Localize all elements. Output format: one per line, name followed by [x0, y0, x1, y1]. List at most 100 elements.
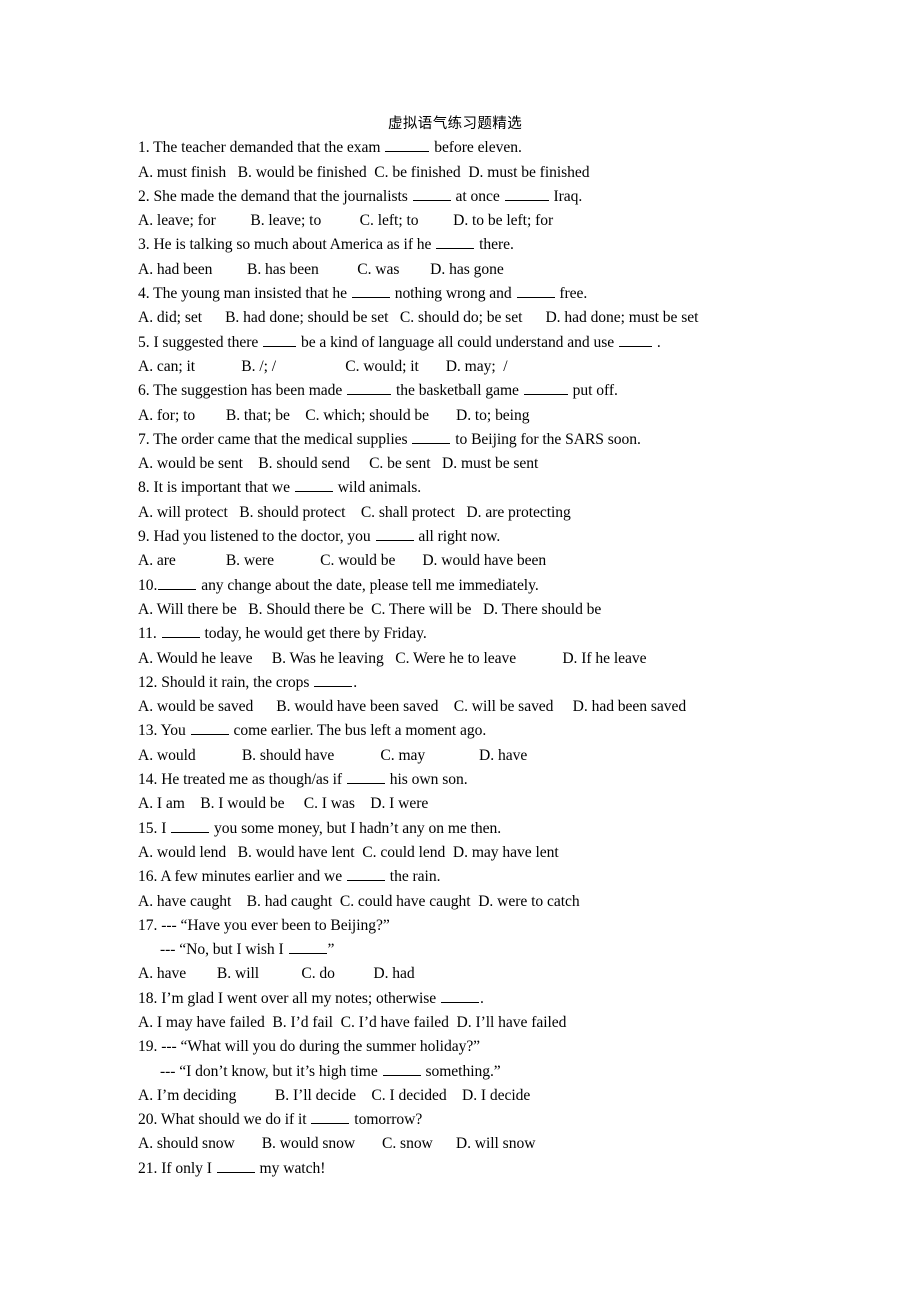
question-stem-3: 3. He is talking so much about America a…	[138, 233, 838, 257]
question-stem-20-text-before: 20. What should we do if it	[138, 1111, 311, 1129]
answer-blank	[436, 234, 475, 250]
answer-blank	[385, 137, 430, 153]
question-stem-15-text-after: you some money, but I hadn’t any on me t…	[210, 819, 502, 837]
document-page: 虚拟语气练习题精选 1. The teacher demanded that t…	[0, 0, 920, 1302]
answer-blank	[346, 769, 385, 785]
question-stem-21-text-before: 21. If only I	[138, 1159, 216, 1177]
answer-blank	[288, 939, 327, 955]
question-stem-3-text-before: 3. He is talking so much about America a…	[138, 236, 436, 254]
question-options-9: A. are B. were C. would be D. would have…	[138, 552, 547, 570]
question-stem-14-text-before: 14. He treated me as though/as if	[138, 771, 346, 789]
question-stem-13: 13. You come earlier. The bus left a mom…	[138, 719, 838, 743]
question-stem-15-text-before: 15. I	[138, 819, 171, 837]
question-stem-13-text-before: 13. You	[138, 722, 190, 740]
question-stem-12-text-before: 12. Should it rain, the crops	[138, 673, 314, 691]
question-stem-18: 18. I’m glad I went over all my notes; o…	[138, 987, 838, 1011]
answer-blank	[190, 720, 229, 736]
answer-blank	[441, 987, 479, 1003]
question-stem-13-text-after: come earlier. The bus left a moment ago.	[229, 722, 487, 740]
question-options-17: A. have B. will C. do D. had	[138, 965, 415, 983]
question-stem-1: 1. The teacher demanded that the exam be…	[138, 136, 838, 160]
question-options-7: A. would be sent B. should send C. be se…	[138, 455, 539, 473]
question-stem-7: 7. The order came that the medical suppl…	[138, 428, 838, 452]
answer-blank	[523, 380, 568, 396]
question-stem-3-text-after: there.	[475, 236, 514, 254]
question-options-5: A. can; it B. /; / C. would; it D. may; …	[138, 357, 508, 375]
question-stem-19: 19. --- “What will you do during the sum…	[138, 1038, 481, 1056]
question-stem-4-text-after: free.	[555, 285, 588, 303]
question-options-14: A. I am B. I would be C. I was D. I were	[138, 795, 429, 813]
question-stem-14: 14. He treated me as though/as if his ow…	[138, 768, 838, 792]
answer-blank	[311, 1109, 350, 1125]
question-stem-5-text-before: 5. I suggested there	[138, 333, 263, 351]
answer-blank	[294, 477, 333, 493]
question-stem-9: 9. Had you listened to the doctor, you a…	[138, 525, 838, 549]
question-stem-1-text-before: 1. The teacher demanded that the exam	[138, 139, 385, 157]
question-stem-15: 15. I you some money, but I hadn’t any o…	[138, 817, 838, 841]
question-dialogue-17-text-after: ”	[327, 941, 335, 959]
question-stem-10: 10. any change about the date, please te…	[138, 574, 838, 598]
question-options-18: A. I may have failed B. I’d fail C. I’d …	[138, 1013, 567, 1031]
answer-blank	[347, 380, 392, 396]
question-dialogue-19: --- “I don’t know, but it’s high time so…	[138, 1060, 838, 1084]
question-stem-2: 2. She made the demand that the journali…	[138, 185, 838, 209]
question-options-10: A. Will there be B. Should there be C. T…	[138, 600, 602, 618]
answer-blank	[412, 186, 451, 201]
question-stem-18-text-after: .	[480, 989, 484, 1007]
question-dialogue-17: --- “No, but I wish I ”	[138, 938, 838, 962]
question-options-4: A. did; set B. had done; should be set C…	[138, 309, 699, 327]
question-options-3: A. had been B. has been C. was D. has go…	[138, 260, 504, 278]
question-stem-2-text-after: Iraq.	[549, 187, 583, 205]
question-options-11: A. Would he leave B. Was he leaving C. W…	[138, 649, 647, 667]
question-options-6: A. for; to B. that; be C. which; should …	[138, 406, 530, 424]
answer-blank	[263, 331, 297, 347]
question-stem-2-text-before: 2. She made the demand that the journali…	[138, 187, 412, 205]
question-stem-21-text-after: my watch!	[255, 1159, 326, 1177]
question-stem-10-text-before: 10.	[138, 576, 158, 594]
page-title: 虚拟语气练习题精选	[388, 116, 523, 132]
question-stem-18-text-before: 18. I’m glad I went over all my notes; o…	[138, 989, 440, 1007]
question-stem-20-text-after: tomorrow?	[350, 1111, 423, 1129]
answer-blank	[412, 429, 451, 444]
question-stem-7-text-before: 7. The order came that the medical suppl…	[138, 430, 412, 448]
question-stem-17: 17. --- “Have you ever been to Beijing?”	[138, 916, 390, 934]
question-options-16: A. have caught B. had caught C. could ha…	[138, 892, 580, 910]
question-stem-11: 11. today, he would get there by Friday.	[138, 622, 838, 646]
question-stem-10-text-after: any change about the date, please tell m…	[197, 576, 539, 594]
question-options-15: A. would lend B. would have lent C. coul…	[138, 843, 559, 861]
question-dialogue-17-text-before: --- “No, but I wish I	[160, 941, 288, 959]
question-stem-5: 5. I suggested there be a kind of langua…	[138, 331, 838, 355]
question-options-13: A. would B. should have C. may D. have	[138, 746, 528, 764]
answer-blank	[216, 1157, 255, 1173]
question-stem-6-text-mid: the basketball game	[392, 382, 523, 400]
question-stem-6-text-before: 6. The suggestion has been made	[138, 382, 347, 400]
question-stem-4: 4. The young man insisted that he nothin…	[138, 282, 838, 306]
question-stem-16-text-before: 16. A few minutes earlier and we	[138, 868, 346, 886]
question-stem-11-text-after: today, he would get there by Friday.	[200, 625, 427, 643]
answer-blank	[351, 283, 390, 299]
answer-blank	[314, 671, 353, 687]
question-stem-11-text-before: 11.	[138, 625, 161, 643]
question-stem-16: 16. A few minutes earlier and we the rai…	[138, 865, 838, 889]
answer-blank	[382, 1060, 421, 1076]
question-stem-4-text-mid: nothing wrong and	[390, 285, 516, 303]
question-stem-9-text-before: 9. Had you listened to the doctor, you	[138, 528, 375, 546]
question-stem-5-text-after: .	[652, 333, 661, 351]
question-options-19: A. I’m deciding B. I’ll decide C. I deci…	[138, 1086, 531, 1104]
question-stem-20: 20. What should we do if it tomorrow?	[138, 1108, 838, 1132]
document-body: 虚拟语气练习题精选 1. The teacher demanded that t…	[138, 112, 838, 1181]
question-stem-6: 6. The suggestion has been made the bask…	[138, 379, 838, 403]
question-stem-4-text-before: 4. The young man insisted that he	[138, 285, 351, 303]
answer-blank	[171, 817, 210, 833]
question-stem-7-text-after: to Beijing for the SARS soon.	[451, 430, 641, 448]
question-stem-8-text-before: 8. It is important that we	[138, 479, 294, 497]
question-stem-16-text-after: the rain.	[385, 868, 441, 886]
question-stem-8-text-after: wild animals.	[333, 479, 422, 497]
question-options-8: A. will protect B. should protect C. sha…	[138, 503, 571, 521]
question-dialogue-19-text-after: something.”	[421, 1062, 501, 1080]
answer-blank	[158, 574, 197, 590]
question-options-20: A. should snow B. would snow C. snow D. …	[138, 1135, 536, 1153]
question-options-1: A. must finish B. would be finished C. b…	[138, 163, 590, 181]
question-stem-14-text-after: his own son.	[385, 771, 468, 789]
question-stem-12-text-after: .	[353, 673, 358, 691]
